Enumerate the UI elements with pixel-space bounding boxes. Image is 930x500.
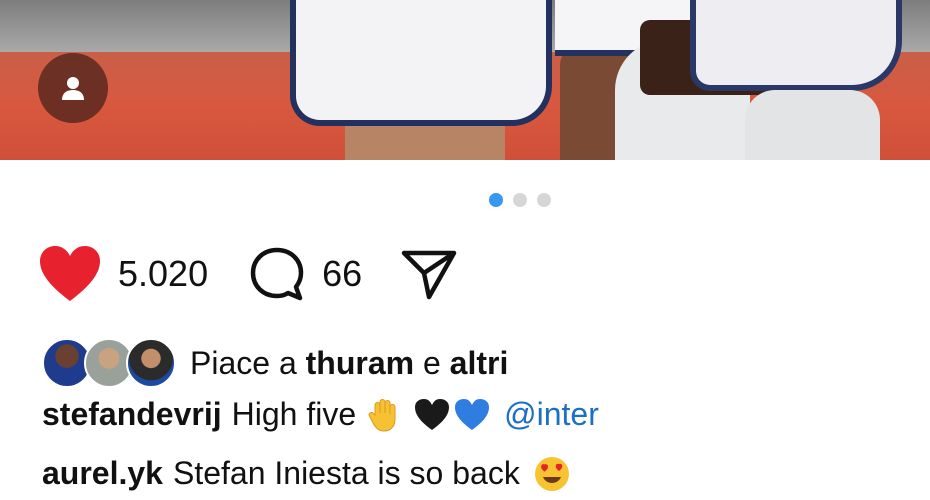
- carousel-dot: [537, 193, 551, 207]
- send-icon: [401, 250, 457, 300]
- comment-text: Stefan Iniesta is so back: [172, 455, 520, 491]
- share-button[interactable]: [362, 245, 458, 303]
- raised-hand-emoji-icon: [368, 398, 396, 432]
- tagged-users-button[interactable]: [38, 53, 108, 123]
- likes-others[interactable]: altri: [450, 345, 509, 381]
- like-button[interactable]: 5.020: [38, 245, 208, 303]
- likes-conjunction: e: [422, 344, 441, 381]
- photo-player-shorts: [690, 0, 902, 91]
- likes-prefix: Piace a: [190, 344, 297, 381]
- photo-player-shorts: [290, 0, 552, 126]
- post-photo[interactable]: [0, 0, 930, 160]
- carousel-dot-active: [489, 193, 503, 207]
- heart-icon: [40, 246, 100, 301]
- like-count: 5.020: [118, 253, 209, 294]
- comment-row: aurel.yk Stefan Iniesta is so back: [42, 455, 570, 492]
- post-actions: 5.020 66: [38, 244, 458, 304]
- heart-eyes-emoji-icon: [534, 456, 569, 491]
- comment-icon: [250, 247, 304, 301]
- photo-player-sock: [745, 90, 880, 160]
- comment-count: 66: [322, 253, 363, 294]
- user-icon: [62, 77, 84, 100]
- likes-text: Piace a thuram e altri: [190, 345, 508, 382]
- carousel-dot: [513, 193, 527, 207]
- liker-avatars: [42, 338, 176, 388]
- liker-username[interactable]: thuram: [306, 345, 414, 381]
- caption-mention[interactable]: @inter: [504, 396, 599, 433]
- post-caption: stefandevrij High five @inter: [42, 396, 599, 433]
- caption-username[interactable]: stefandevrij: [42, 396, 222, 433]
- caption-text: High five: [231, 396, 357, 432]
- avatar: [126, 338, 176, 388]
- carousel-indicator: [489, 193, 551, 207]
- blue-heart-emoji-icon: [455, 398, 490, 430]
- comment-button[interactable]: 66: [208, 245, 362, 303]
- comment-username[interactable]: aurel.yk: [42, 455, 163, 492]
- likes-summary[interactable]: Piace a thuram e altri: [42, 338, 508, 388]
- black-heart-emoji-icon: [415, 398, 450, 430]
